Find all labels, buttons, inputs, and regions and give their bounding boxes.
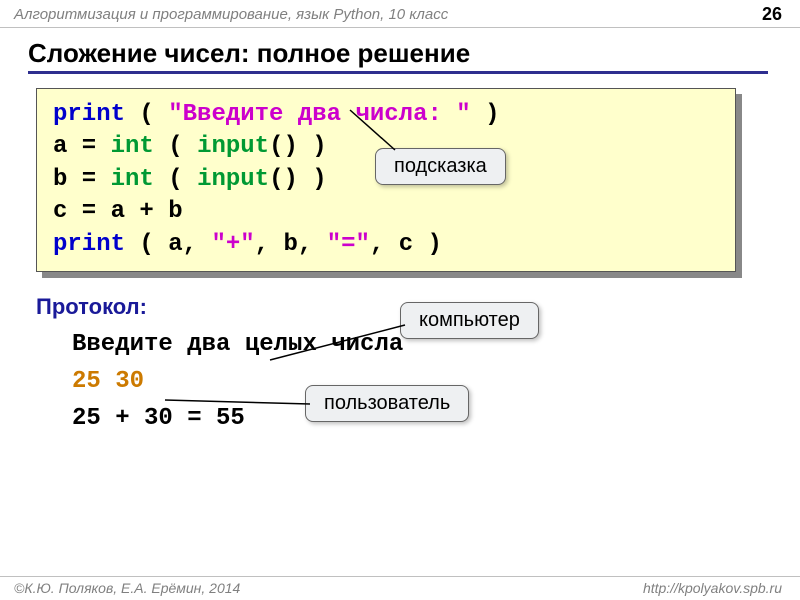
code-line-5: print ( a, "+", b, "=", c )	[53, 229, 719, 261]
callout-user: пользователь	[305, 385, 469, 422]
course-title: Алгоритмизация и программирование, язык …	[14, 6, 448, 23]
page-number: 26	[762, 4, 782, 25]
footer-url: http://kpolyakov.spb.ru	[643, 580, 782, 596]
callout-user-text: пользователь	[324, 392, 450, 414]
slide-header: Алгоритмизация и программирование, язык …	[0, 0, 800, 28]
slide-title: Сложение чисел: полное решение	[28, 38, 768, 74]
footer-authors: ©К.Ю. Поляков, Е.А. Ерёмин, 2014	[14, 580, 240, 596]
callout-computer-text: компьютер	[419, 309, 520, 331]
slide-footer: ©К.Ю. Поляков, Е.А. Ерёмин, 2014 http://…	[0, 576, 800, 596]
callout-hint-text: подсказка	[394, 155, 487, 177]
callout-hint: подсказка	[375, 148, 506, 185]
code-line-1: print ( "Введите два числа: " )	[53, 99, 719, 131]
callout-computer: компьютер	[400, 302, 539, 339]
code-line-4: c = a + b	[53, 196, 719, 228]
